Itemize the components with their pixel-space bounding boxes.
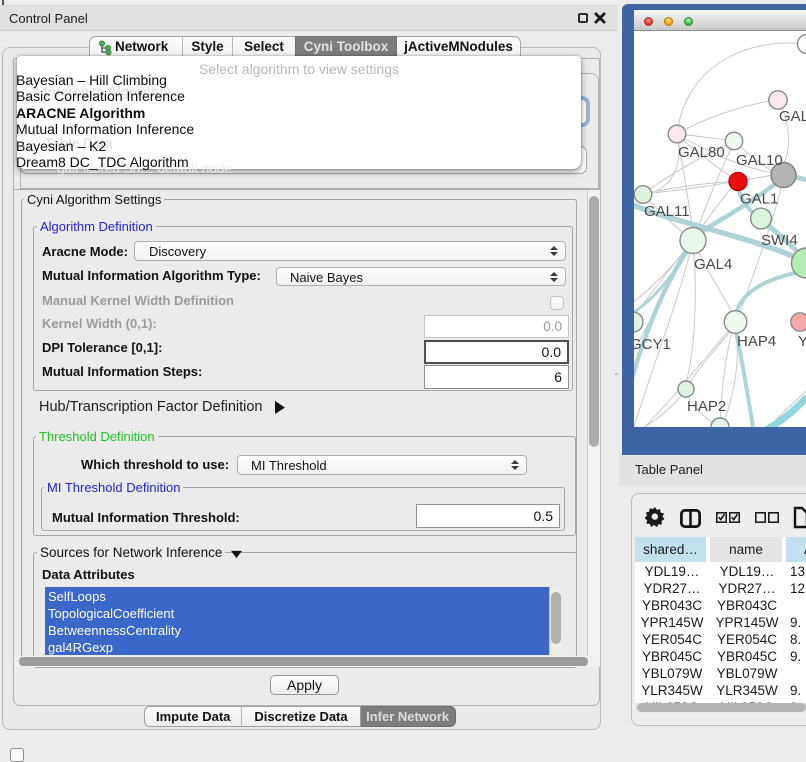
svg-text:HAP4: HAP4 xyxy=(737,333,776,350)
svg-text:SWI4: SWI4 xyxy=(761,232,798,249)
svg-text:GAL4: GAL4 xyxy=(694,256,732,273)
svg-text:GAL11: GAL11 xyxy=(644,203,690,220)
svg-text:HAP2: HAP2 xyxy=(687,398,726,415)
svg-text:GAL10: GAL10 xyxy=(736,152,783,169)
svg-text:Y: Y xyxy=(798,333,806,350)
svg-text:GAL: GAL xyxy=(779,108,806,125)
svg-text:GAL80: GAL80 xyxy=(678,144,725,161)
svg-text:GAL1: GAL1 xyxy=(740,191,778,208)
svg-text:GCY1: GCY1 xyxy=(634,336,671,353)
